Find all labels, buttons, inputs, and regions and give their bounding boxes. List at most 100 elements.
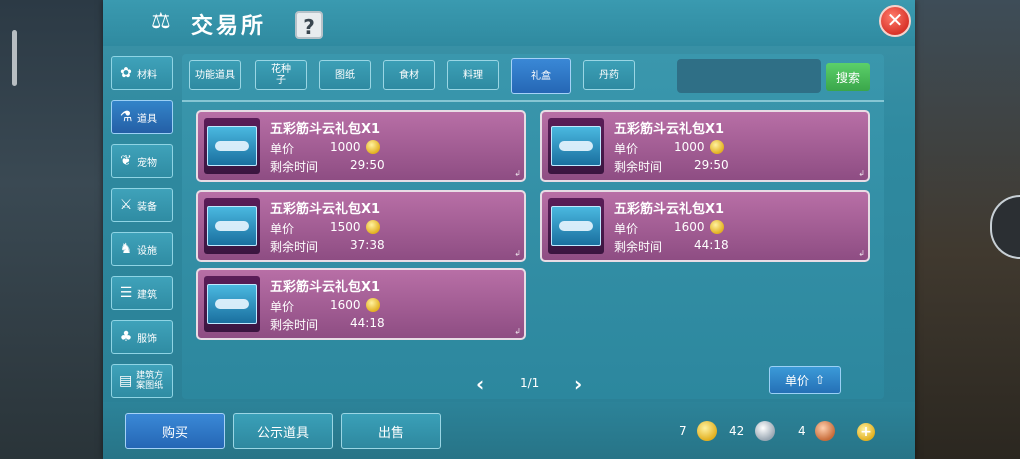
bronze-amount: 4	[798, 424, 806, 438]
time-label: 剩余时间	[270, 160, 319, 174]
category-label: 宠物	[137, 157, 157, 169]
price-label: 单价	[270, 300, 295, 314]
listing-card[interactable]: 五彩筋斗云礼包X1 单价 1500 剩余时间 37:38 ↲	[196, 190, 526, 262]
category-equipment[interactable]: ⚔ 装备	[111, 188, 173, 222]
corner-icon: ↲	[514, 169, 521, 178]
gold-coin-icon	[366, 298, 380, 312]
clothes-icon: ♣	[119, 329, 133, 345]
item-price: 1000	[674, 140, 705, 154]
buy-button[interactable]: 购买	[125, 413, 225, 449]
chevron-right-icon: ›	[574, 372, 583, 396]
time-label: 剩余时间	[270, 240, 319, 254]
add-currency-button[interactable]: +	[857, 423, 875, 441]
scale-icon: ⚖	[151, 9, 171, 34]
page-indicator: 1/1	[520, 376, 540, 390]
arrow-up-icon: ⇧	[814, 373, 826, 387]
item-name: 五彩筋斗云礼包X1	[270, 280, 381, 295]
remaining-time: 44:18	[350, 316, 385, 330]
tab-cooking[interactable]: 料理	[447, 60, 499, 90]
category-label: 装备	[137, 201, 157, 213]
title-bar: ⚖ 交易所 ? ✕	[103, 0, 915, 46]
category-blueprints[interactable]: ▤ 建筑方案图纸	[111, 364, 173, 398]
item-price: 1000	[330, 140, 361, 154]
tab-elixirs[interactable]: 丹药	[583, 60, 635, 90]
category-label: 建筑	[137, 289, 157, 301]
listing-card[interactable]: 五彩筋斗云礼包X1 单价 1000 剩余时间 29:50 ↲	[540, 110, 870, 182]
remaining-time: 37:38	[350, 238, 385, 252]
gift-box-icon	[204, 276, 260, 332]
category-label: 材料	[137, 69, 157, 81]
gold-coin-icon	[697, 421, 717, 441]
close-button[interactable]: ✕	[879, 5, 911, 37]
gold-coin-icon	[710, 220, 724, 234]
gift-box-icon	[548, 198, 604, 254]
chevron-left-icon: ‹	[476, 372, 485, 396]
gift-box-icon	[204, 118, 260, 174]
category-label: 服饰	[137, 333, 157, 345]
category-label: 道具	[137, 113, 157, 125]
remaining-time: 29:50	[350, 158, 385, 172]
public-props-button[interactable]: 公示道具	[233, 413, 333, 449]
price-label: 单价	[614, 222, 639, 236]
paw-icon: ❦	[120, 153, 132, 169]
page-title: 交易所	[191, 14, 267, 39]
sort-by-price-button[interactable]: 单价 ⇧	[769, 366, 841, 394]
category-buildings[interactable]: ☰ 建筑	[111, 276, 173, 310]
category-label: 设施	[137, 245, 157, 257]
bottom-bar: 购买 公示道具 出售 7 42 4 +	[103, 402, 915, 459]
search-input[interactable]	[677, 59, 821, 93]
gold-amount: 7	[679, 424, 687, 438]
tab-gift-box[interactable]: 礼盒	[511, 58, 571, 94]
item-price: 1500	[330, 220, 361, 234]
gold-coin-icon	[366, 220, 380, 234]
prev-page-button[interactable]: ‹	[476, 372, 484, 396]
item-name: 五彩筋斗云礼包X1	[614, 122, 725, 137]
close-icon: ✕	[886, 8, 904, 32]
corner-icon: ↲	[514, 327, 521, 336]
sword-icon: ⚔	[119, 197, 133, 213]
corner-icon: ↲	[858, 249, 865, 258]
tab-blueprints[interactable]: 图纸	[319, 60, 371, 90]
listing-card[interactable]: 五彩筋斗云礼包X1 单价 1600 剩余时间 44:18 ↲	[196, 268, 526, 340]
tab-ingredients[interactable]: 食材	[383, 60, 435, 90]
category-materials[interactable]: ✿ 材料	[111, 56, 173, 90]
divider	[182, 100, 884, 102]
tab-function-props[interactable]: 功能道具	[189, 60, 241, 90]
next-page-button[interactable]: ›	[574, 372, 582, 396]
gift-box-icon	[548, 118, 604, 174]
gift-box-icon	[204, 198, 260, 254]
help-button[interactable]: ?	[295, 11, 323, 39]
price-label: 单价	[270, 142, 295, 156]
price-label: 单价	[614, 142, 639, 156]
side-handle[interactable]	[12, 30, 17, 86]
time-label: 剩余时间	[614, 240, 663, 254]
category-label: 建筑方案图纸	[136, 371, 164, 391]
flask-icon: ⚗	[119, 109, 133, 125]
remaining-time: 29:50	[694, 158, 729, 172]
search-button[interactable]: 搜索	[826, 63, 870, 91]
exchange-window: ⚖ 交易所 ? ✕ ✿ 材料 ⚗ 道具 ❦ 宠物 ⚔ 装备 ♞ 设施 ☰ 建筑 …	[103, 0, 915, 459]
blueprint-icon: ▤	[118, 373, 133, 389]
category-facilities[interactable]: ♞ 设施	[111, 232, 173, 266]
building-icon: ☰	[119, 285, 133, 301]
item-name: 五彩筋斗云礼包X1	[614, 202, 725, 217]
time-label: 剩余时间	[270, 318, 319, 332]
tab-flower-seeds[interactable]: 花种子	[255, 60, 307, 90]
category-pets[interactable]: ❦ 宠物	[111, 144, 173, 178]
category-props[interactable]: ⚗ 道具	[111, 100, 173, 134]
item-price: 1600	[330, 298, 361, 312]
gold-coin-icon	[710, 140, 724, 154]
category-clothing[interactable]: ♣ 服饰	[111, 320, 173, 354]
time-label: 剩余时间	[614, 160, 663, 174]
sell-button[interactable]: 出售	[341, 413, 441, 449]
listing-card[interactable]: 五彩筋斗云礼包X1 单价 1000 剩余时间 29:50 ↲	[196, 110, 526, 182]
listing-card[interactable]: 五彩筋斗云礼包X1 单价 1600 剩余时间 44:18 ↲	[540, 190, 870, 262]
gold-coin-icon	[366, 140, 380, 154]
flower-icon: ✿	[120, 65, 132, 81]
horse-icon: ♞	[119, 241, 133, 257]
item-price: 1600	[674, 220, 705, 234]
corner-icon: ↲	[514, 249, 521, 258]
silver-amount: 42	[729, 424, 745, 438]
remaining-time: 44:18	[694, 238, 729, 252]
listing-panel: 功能道具 花种子 图纸 食材 料理 礼盒 丹药 搜索 五彩筋斗云礼包X1 单价 …	[182, 54, 884, 399]
